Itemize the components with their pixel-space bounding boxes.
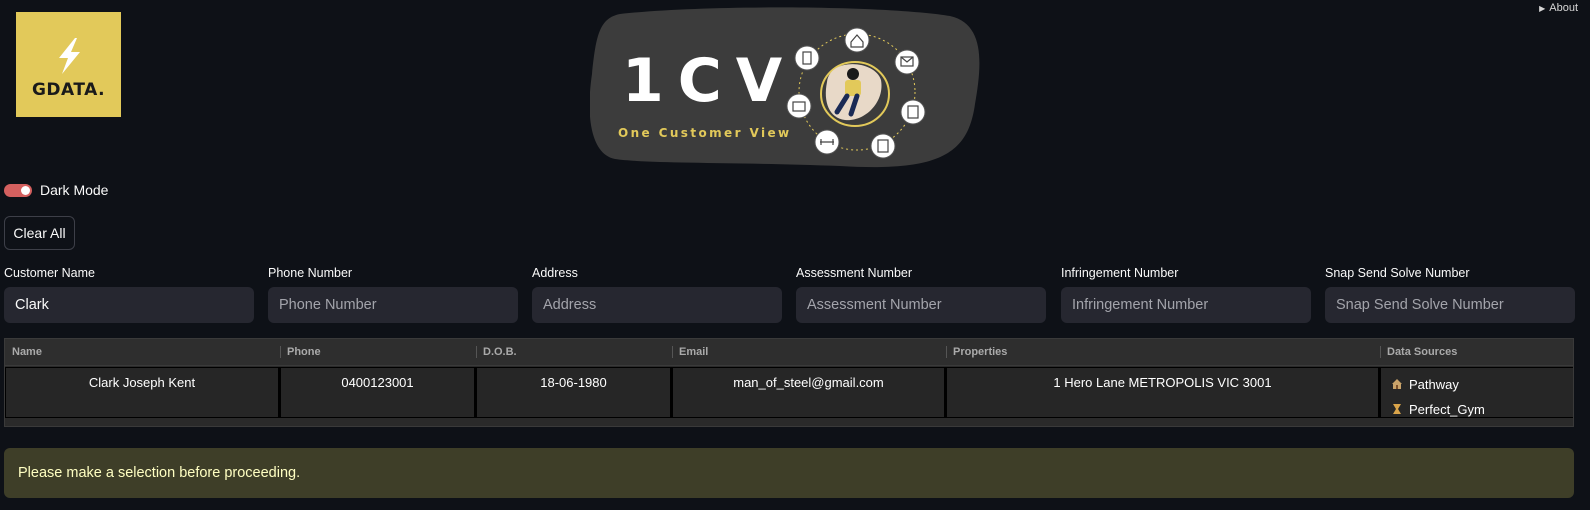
dark-mode-toggle[interactable]: Dark Mode (4, 182, 108, 198)
assessment-number-field: Assessment Number (796, 266, 1046, 323)
column-header-data-sources[interactable]: Data Sources (1380, 339, 1573, 365)
about-label: About (1549, 2, 1578, 14)
cell-properties[interactable]: 1 Hero Lane METROPOLIS VIC 3001 (947, 368, 1378, 417)
column-header-properties[interactable]: Properties (946, 339, 1380, 365)
infringement-number-field: Infringement Number (1061, 266, 1311, 323)
table-header: Name Phone D.O.B. Email Properties Data … (5, 339, 1573, 366)
snap-send-solve-field: Snap Send Solve Number (1325, 266, 1575, 323)
column-header-dob[interactable]: D.O.B. (476, 339, 672, 365)
results-table: Name Phone D.O.B. Email Properties Data … (4, 338, 1574, 427)
customer-name-input[interactable] (4, 287, 254, 323)
company-logo: GDATA. (16, 12, 121, 117)
customer-view-illustration (786, 27, 926, 159)
address-label: Address (532, 266, 578, 280)
alert-message: Please make a selection before proceedin… (18, 465, 301, 481)
toggle-switch[interactable] (4, 183, 32, 197)
cell-name[interactable]: Clark Joseph Kent (6, 368, 278, 417)
phone-number-field: Phone Number (268, 266, 518, 323)
cell-email[interactable]: man_of_steel@gmail.com (673, 368, 944, 417)
address-field: Address (532, 266, 782, 323)
data-source-item: Perfect_Gym (1391, 400, 1573, 418)
about-menu[interactable]: ▶ About (1539, 2, 1578, 14)
column-header-email[interactable]: Email (672, 339, 946, 365)
dark-mode-label: Dark Mode (40, 182, 109, 198)
data-source-item: Pathway (1391, 375, 1573, 393)
lightning-bolt-icon (58, 37, 80, 74)
app-banner: 1CV One Customer View (590, 4, 985, 172)
cell-data-sources[interactable]: Pathway Perfect_Gym (1381, 368, 1573, 417)
assessment-number-label: Assessment Number (796, 266, 913, 280)
customer-name-label: Customer Name (4, 266, 95, 280)
cell-dob[interactable]: 18-06-1980 (477, 368, 670, 417)
infringement-number-label: Infringement Number (1061, 266, 1179, 280)
snap-send-solve-input[interactable] (1325, 287, 1575, 323)
phone-number-input[interactable] (268, 287, 518, 323)
assessment-number-input[interactable] (796, 287, 1046, 323)
snap-send-solve-label: Snap Send Solve Number (1325, 266, 1470, 280)
column-header-phone[interactable]: Phone (280, 339, 476, 365)
clear-all-button[interactable]: Clear All (4, 216, 75, 250)
house-icon (1392, 379, 1402, 389)
hourglass-icon (1393, 404, 1401, 414)
banner-subtitle: One Customer View (618, 126, 792, 140)
caret-right-icon: ▶ (1539, 3, 1546, 13)
address-input[interactable] (532, 287, 782, 323)
phone-number-label: Phone Number (268, 266, 353, 280)
data-source-label: Perfect_Gym (1409, 401, 1485, 417)
column-header-name[interactable]: Name (5, 339, 280, 365)
infringement-number-input[interactable] (1061, 287, 1311, 323)
banner-title: 1CV (622, 46, 797, 116)
data-source-label: Pathway (1409, 376, 1459, 392)
logo-text: GDATA. (31, 79, 106, 100)
customer-name-field: Customer Name (4, 266, 254, 323)
cell-phone[interactable]: 0400123001 (281, 368, 474, 417)
warning-alert: Please make a selection before proceedin… (4, 448, 1574, 498)
toggle-knob (21, 185, 30, 195)
table-row[interactable]: Clark Joseph Kent 0400123001 18-06-1980 … (5, 367, 1573, 418)
